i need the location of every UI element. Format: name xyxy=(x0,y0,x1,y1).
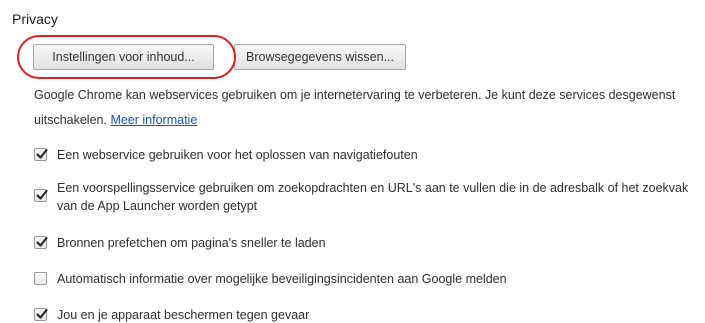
option-protect-device[interactable]: Jou en je apparaat beschermen tegen geva… xyxy=(34,306,309,323)
section-title: Privacy xyxy=(12,11,58,27)
checkbox-protect-device[interactable] xyxy=(34,308,48,321)
checkbox-prediction-service[interactable] xyxy=(34,189,48,202)
checkbox-prefetch[interactable] xyxy=(34,236,48,249)
option-navigation-errors[interactable]: Een webservice gebruiken voor het oploss… xyxy=(34,146,418,164)
privacy-description: Google Chrome kan webservices gebruiken … xyxy=(34,83,694,133)
option-label: Een webservice gebruiken voor het oploss… xyxy=(57,148,418,162)
clear-browsing-data-button[interactable]: Browsegegevens wissen... xyxy=(234,44,406,70)
option-prediction-service[interactable]: Een voorspellingsservice gebruiken om zo… xyxy=(34,179,704,215)
checkbox-report-incidents[interactable] xyxy=(34,272,47,285)
option-prefetch[interactable]: Bronnen prefetchen om pagina's sneller t… xyxy=(34,234,326,252)
option-label: Bronnen prefetchen om pagina's sneller t… xyxy=(57,236,326,250)
checkmark-icon xyxy=(36,308,48,319)
option-report-incidents[interactable]: Automatisch informatie over mogelijke be… xyxy=(34,270,507,288)
content-settings-button[interactable]: Instellingen voor inhoud... xyxy=(33,44,214,70)
learn-more-link[interactable]: Meer informatie xyxy=(110,113,197,127)
privacy-settings-section: Privacy Instellingen voor inhoud... Brow… xyxy=(0,0,705,323)
option-label: Automatisch informatie over mogelijke be… xyxy=(57,272,507,286)
checkmark-icon xyxy=(36,148,48,159)
option-label: Een voorspellingsservice gebruiken om zo… xyxy=(57,181,689,213)
checkbox-navigation-errors[interactable] xyxy=(34,148,48,161)
checkmark-icon xyxy=(36,236,48,247)
option-label: Jou en je apparaat beschermen tegen geva… xyxy=(57,308,310,322)
checkmark-icon xyxy=(36,189,48,200)
